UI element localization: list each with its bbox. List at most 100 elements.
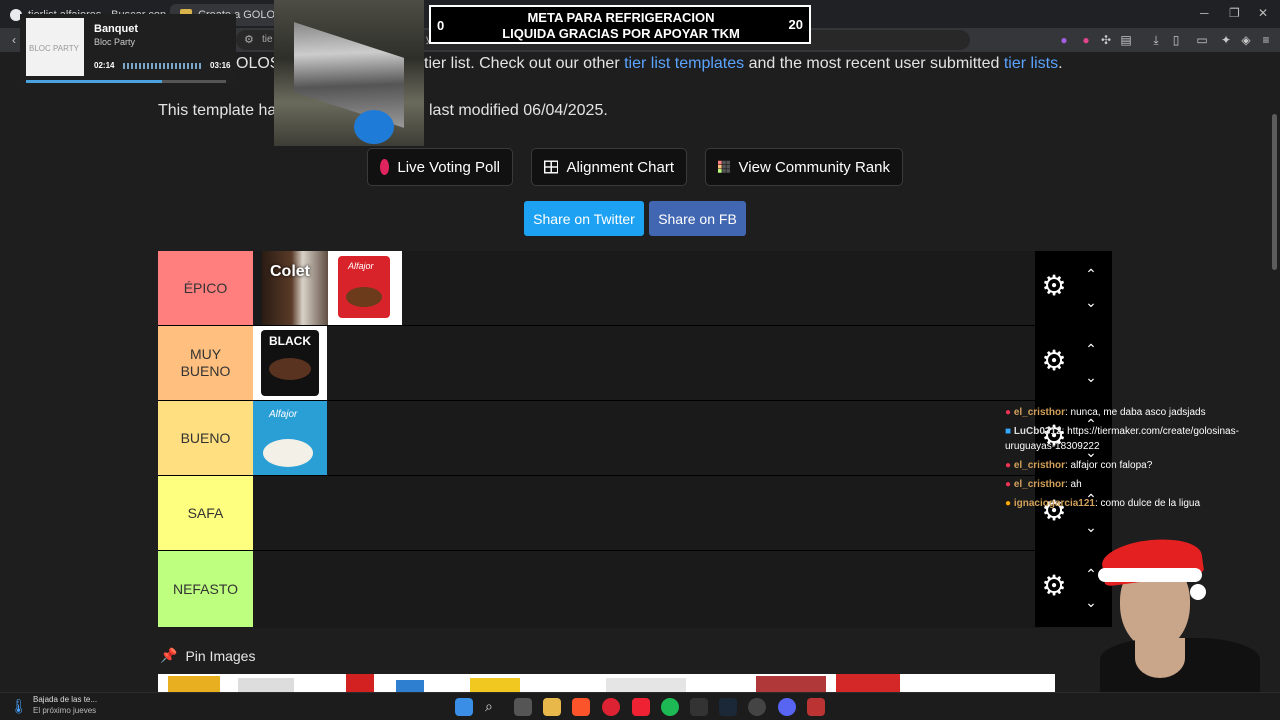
stream-chat-overlay: ● el_cristhor: nunca, me daba asco jadsj…: [1005, 404, 1280, 514]
steam-icon[interactable]: [719, 698, 737, 716]
tier-item-colet[interactable]: Colet: [262, 251, 336, 325]
intro-sentence-mid: and the most recent user submitted: [748, 55, 1000, 72]
item-label: Alfajor: [269, 409, 298, 420]
button-label: Live Voting Poll: [397, 158, 500, 176]
alignment-chart-button[interactable]: Alignment Chart: [531, 148, 687, 186]
tier-lists-link[interactable]: tier lists: [1004, 55, 1058, 72]
tier-controls: ⚙ ⌃ ⌄: [1035, 251, 1112, 326]
track-duration: 03:16: [210, 61, 231, 70]
share-twitter-button[interactable]: Share on Twitter: [524, 201, 644, 236]
tier-item-alfajor-blue[interactable]: Alfajor: [253, 401, 327, 475]
view-community-rank-button[interactable]: View Community Rank: [705, 148, 903, 186]
weather-icon[interactable]: 🌡: [10, 698, 28, 715]
live-voting-poll-button[interactable]: Live Voting Poll: [367, 148, 513, 186]
extension-icon[interactable]: ●: [1078, 32, 1094, 48]
item-label: Alfajor: [348, 261, 374, 271]
track-progress-bar: [26, 80, 226, 83]
chevron-down-icon[interactable]: ⌄: [1082, 295, 1100, 309]
track-elapsed: 02:14: [94, 61, 115, 70]
button-label: View Community Rank: [738, 158, 890, 176]
extension-icon[interactable]: ●: [1056, 32, 1072, 48]
intro-sentence: tier list. Check out our other: [424, 55, 620, 72]
media-player-icon[interactable]: [602, 698, 620, 716]
tier-label[interactable]: SAFA: [158, 476, 253, 550]
image-pool: [158, 674, 1055, 692]
wallet-icon[interactable]: ▭: [1194, 32, 1210, 48]
app-icon[interactable]: [632, 698, 650, 716]
track-progress-fill: [26, 80, 162, 83]
tier-label[interactable]: MUY BUENO: [158, 326, 253, 400]
tier-item-black[interactable]: BLACK: [253, 326, 327, 400]
maximize-icon[interactable]: ❐: [1229, 6, 1240, 20]
minimize-icon[interactable]: ─: [1200, 6, 1209, 20]
goal-subtitle: LIQUIDA GRACIAS POR APOYAR TKM: [502, 26, 740, 41]
share-facebook-button[interactable]: Share on FB: [649, 201, 746, 236]
fan-light: [354, 110, 394, 144]
chat-text: uruguayas-18309222: [1005, 441, 1100, 452]
button-label: Share on FB: [658, 210, 737, 227]
weather-subtitle: El próximo jueves: [33, 706, 97, 715]
file-explorer-icon[interactable]: [543, 698, 561, 716]
discord-icon[interactable]: [778, 698, 796, 716]
tier-label[interactable]: NEFASTO: [158, 551, 253, 627]
chevron-down-icon[interactable]: ⌄: [1082, 370, 1100, 384]
tier-grid-icon: [718, 160, 731, 173]
chat-message: ● el_cristhor: alfajor con falopa?: [1005, 460, 1153, 471]
tier-list: ÉPICO Colet Alfajor ⚙ ⌃ ⌄ MUY BUENO BLAC…: [158, 251, 1112, 628]
tier-row: ÉPICO Colet Alfajor ⚙ ⌃ ⌄: [158, 251, 1112, 326]
panel-icon[interactable]: ▯: [1168, 32, 1184, 48]
tier-controls: ⚙ ⌃ ⌄: [1035, 326, 1112, 401]
chat-user: LuCb0312: [1013, 426, 1062, 437]
leo-icon[interactable]: ✦: [1218, 32, 1234, 48]
vtuber-avatar: [1080, 520, 1280, 692]
search-icon[interactable]: ⌕: [485, 698, 493, 715]
tier-label[interactable]: ÉPICO: [158, 251, 253, 325]
chat-message: uruguayas-18309222: [1005, 440, 1100, 453]
download-icon[interactable]: ⤓: [1148, 32, 1164, 48]
epic-games-icon[interactable]: [690, 698, 708, 716]
gear-icon[interactable]: ⚙: [1041, 347, 1067, 375]
item-label: BLACK: [269, 334, 311, 348]
gear-icon[interactable]: ⚙: [1041, 572, 1067, 600]
template-modified-text: last modified 06/04/2025.: [429, 102, 608, 119]
grid-icon: [544, 160, 559, 174]
site-settings-icon[interactable]: ⚙: [244, 33, 254, 46]
chat-message: ● el_cristhor: nunca, me daba asco jadsj…: [1005, 407, 1206, 418]
chevron-up-icon[interactable]: ⌃: [1082, 342, 1100, 356]
obs-icon[interactable]: [748, 698, 766, 716]
intro-line: tier list. Check out our other tier list…: [424, 55, 1063, 73]
chevron-up-icon[interactable]: ⌃: [1082, 267, 1100, 281]
stream-goal-overlay: 0 META PARA REFRIGERACION LIQUIDA GRACIA…: [429, 5, 811, 44]
gear-icon[interactable]: ⚙: [1041, 272, 1067, 300]
tier-row: BUENO Alfajor ⚙ ⌃ ⌄: [158, 401, 1112, 476]
track-artist: Bloc Party: [94, 37, 136, 47]
goal-title: META PARA REFRIGERACION: [527, 10, 715, 25]
chat-user: el_cristhor: [1013, 407, 1065, 418]
track-title: Banquet: [94, 23, 138, 35]
close-icon[interactable]: ✕: [1258, 6, 1268, 20]
menu-icon[interactable]: ≡: [1258, 32, 1274, 48]
page-scrollbar[interactable]: [1272, 114, 1277, 270]
tier-item-alfajor-red[interactable]: Alfajor: [328, 251, 402, 325]
tier-list-templates-link[interactable]: tier list templates: [624, 55, 744, 72]
tier-label[interactable]: BUENO: [158, 401, 253, 475]
vpn-icon[interactable]: ◈: [1238, 32, 1254, 48]
button-label: Alignment Chart: [566, 158, 674, 176]
chat-user: ignaciogarcia121: [1013, 498, 1095, 509]
pin-images-toggle[interactable]: 📌 Pin Images: [160, 647, 255, 664]
chat-message: ■ LuCb0312: https://tiermaker.com/create…: [1005, 426, 1239, 437]
windows-start-icon[interactable]: [455, 698, 473, 716]
task-view-icon[interactable]: [514, 698, 532, 716]
spotify-icon[interactable]: [661, 698, 679, 716]
brave-browser-icon[interactable]: [572, 698, 590, 716]
sidebar-icon[interactable]: ▤: [1118, 32, 1134, 48]
pin-images-label: Pin Images: [185, 647, 256, 664]
weather-title[interactable]: Bajada de las te...: [33, 695, 97, 704]
chat-user: el_cristhor: [1013, 460, 1065, 471]
tier-row: SAFA ⚙ ⌃ ⌄: [158, 476, 1112, 551]
template-info: This template ha: [158, 102, 276, 120]
puzzle-icon[interactable]: ✣: [1098, 32, 1114, 48]
app-icon[interactable]: [807, 698, 825, 716]
item-label: Colet: [270, 263, 310, 280]
now-playing-widget: BLOC PARTY Banquet Bloc Party 02:14 03:1…: [20, 14, 236, 84]
